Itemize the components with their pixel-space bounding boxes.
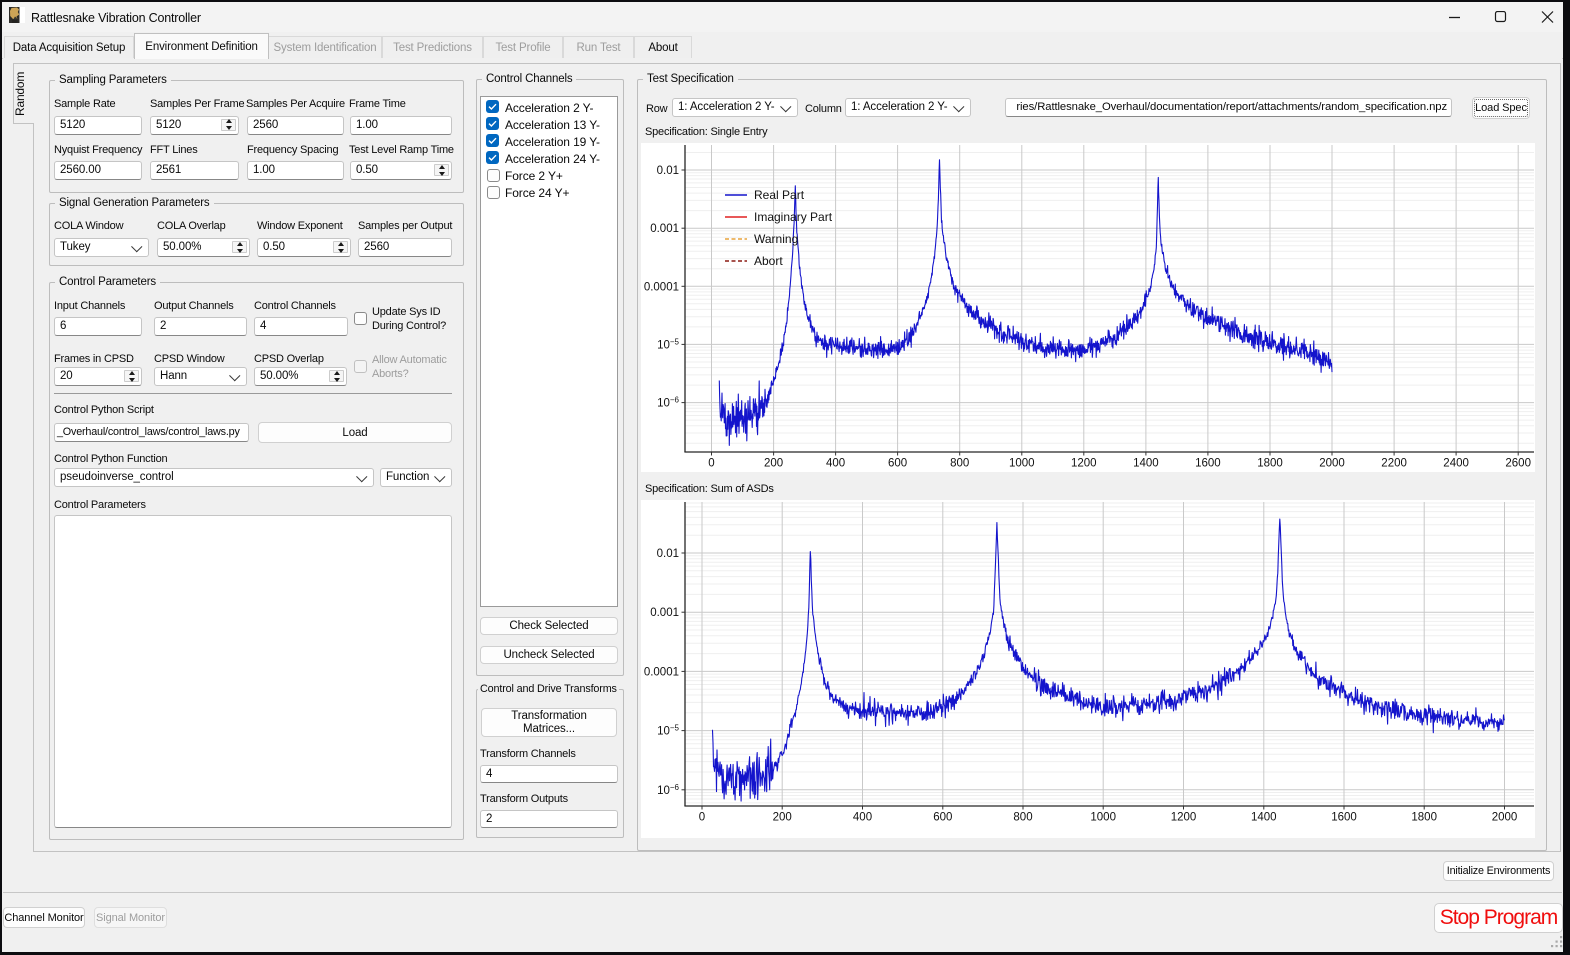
svg-text:200: 200 (773, 812, 792, 824)
svg-text:1000: 1000 (1090, 812, 1116, 824)
svg-text:400: 400 (853, 812, 872, 824)
svg-text:400: 400 (826, 458, 845, 470)
svg-text:Real Part: Real Part (754, 188, 805, 202)
svg-text:1200: 1200 (1071, 458, 1097, 470)
svg-text:1200: 1200 (1171, 812, 1197, 824)
svg-text:0: 0 (708, 458, 714, 470)
svg-text:200: 200 (764, 458, 783, 470)
svg-text:2400: 2400 (1443, 458, 1469, 470)
svg-text:600: 600 (888, 458, 907, 470)
svg-text:1600: 1600 (1195, 458, 1221, 470)
svg-text:1800: 1800 (1257, 458, 1283, 470)
svg-text:2000: 2000 (1319, 458, 1345, 470)
svg-text:Imaginary Part: Imaginary Part (754, 210, 833, 224)
svg-text:1800: 1800 (1411, 812, 1437, 824)
svg-text:2200: 2200 (1381, 458, 1407, 470)
svg-text:1000: 1000 (1009, 458, 1035, 470)
svg-text:1400: 1400 (1251, 812, 1277, 824)
svg-text:0.01: 0.01 (657, 548, 679, 560)
svg-text:0: 0 (699, 812, 705, 824)
svg-text:Abort: Abort (754, 254, 783, 268)
svg-text:0.0001: 0.0001 (644, 281, 679, 293)
svg-text:1600: 1600 (1331, 812, 1357, 824)
svg-text:800: 800 (1013, 812, 1032, 824)
svg-text:0.001: 0.001 (650, 223, 679, 235)
svg-text:0.0001: 0.0001 (644, 666, 679, 678)
svg-text:0.01: 0.01 (657, 165, 679, 177)
svg-text:2600: 2600 (1505, 458, 1531, 470)
svg-text:600: 600 (933, 812, 952, 824)
svg-text:800: 800 (950, 458, 969, 470)
svg-text:1400: 1400 (1133, 458, 1159, 470)
svg-text:0.001: 0.001 (650, 607, 679, 619)
svg-text:Warning: Warning (754, 232, 798, 246)
svg-text:2000: 2000 (1492, 812, 1518, 824)
